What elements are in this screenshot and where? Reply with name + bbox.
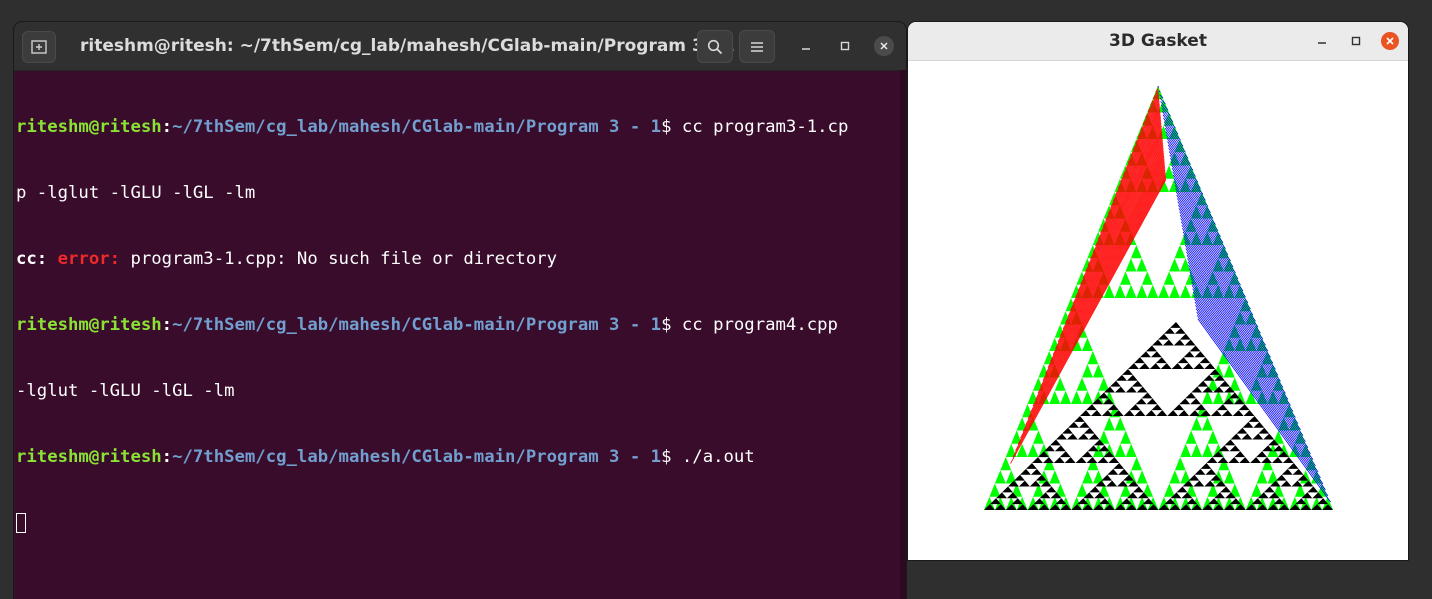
prompt-user: riteshm@ritesh [16, 117, 162, 137]
search-button[interactable] [697, 30, 733, 63]
new-tab-button[interactable] [22, 31, 56, 63]
error-label: error: [57, 249, 121, 269]
terminal-line: cc: error: program3-1.cpp: No such file … [16, 248, 906, 270]
sierpinski-gasket [984, 85, 1333, 510]
search-icon [707, 39, 723, 54]
prompt-user: riteshm@ritesh [16, 315, 162, 335]
gasket-close-button[interactable] [1381, 32, 1399, 50]
error-prefix: cc: [16, 249, 48, 269]
minimize-icon [802, 48, 810, 50]
new-tab-icon [31, 40, 47, 54]
hamburger-menu-icon [751, 41, 763, 52]
gasket-canvas [984, 85, 1333, 510]
terminal-line: riteshm@ritesh:~/7thSem/cg_lab/mahesh/CG… [16, 315, 838, 335]
maximize-icon [1351, 36, 1361, 46]
terminal-scroll-edge [900, 70, 906, 599]
error-message: program3-1.cpp: No such file or director… [130, 249, 558, 269]
terminal-cursor [16, 513, 26, 533]
terminal-line: riteshm@ritesh:~/7thSem/cg_lab/mahesh/CG… [16, 447, 755, 467]
command-text: $ cc program3-1.cp [661, 117, 849, 137]
terminal-line [16, 512, 906, 534]
close-button[interactable] [874, 36, 894, 56]
prompt-path: ~/7thSem/cg_lab/mahesh/CGlab-main/Progra… [172, 117, 662, 137]
command-text: $ cc program4.cpp [661, 315, 838, 335]
maximize-icon [840, 41, 850, 51]
gasket-minimize-button[interactable] [1313, 32, 1331, 50]
command-text: $ ./a.out [661, 447, 755, 467]
terminal-output[interactable]: riteshm@ritesh:~/7thSem/cg_lab/mahesh/CG… [16, 72, 906, 599]
prompt-path: ~/7thSem/cg_lab/mahesh/CGlab-main/Progra… [172, 315, 662, 335]
gasket-maximize-button[interactable] [1347, 32, 1365, 50]
close-icon [880, 42, 888, 50]
close-icon [1386, 37, 1394, 45]
terminal-title: riteshm@ritesh: ~/7thSem/cg_lab/mahesh/C… [80, 36, 735, 56]
command-text: -lglut -lGLU -lGL -lm [16, 381, 235, 401]
menu-button[interactable] [739, 30, 775, 63]
command-text: p -lglut -lGLU -lGL -lm [16, 183, 256, 203]
gasket-window[interactable]: 3D Gasket [908, 22, 1408, 560]
terminal-header-bar: riteshm@ritesh: ~/7thSem/cg_lab/mahesh/C… [14, 22, 906, 71]
gasket-title-bar: 3D Gasket [908, 22, 1408, 61]
terminal-line: -lglut -lGLU -lGL -lm [16, 380, 906, 402]
prompt-user: riteshm@ritesh [16, 447, 162, 467]
maximize-button[interactable] [835, 36, 855, 56]
minimize-button[interactable] [796, 36, 816, 56]
minimize-icon [1318, 42, 1326, 44]
gasket-window-title: 3D Gasket [1109, 31, 1207, 51]
terminal-line: p -lglut -lGLU -lGL -lm [16, 182, 906, 204]
terminal-line: riteshm@ritesh:~/7thSem/cg_lab/mahesh/CG… [16, 117, 849, 137]
terminal-window[interactable]: riteshm@ritesh: ~/7thSem/cg_lab/mahesh/C… [14, 22, 906, 599]
prompt-path: ~/7thSem/cg_lab/mahesh/CGlab-main/Progra… [172, 447, 662, 467]
